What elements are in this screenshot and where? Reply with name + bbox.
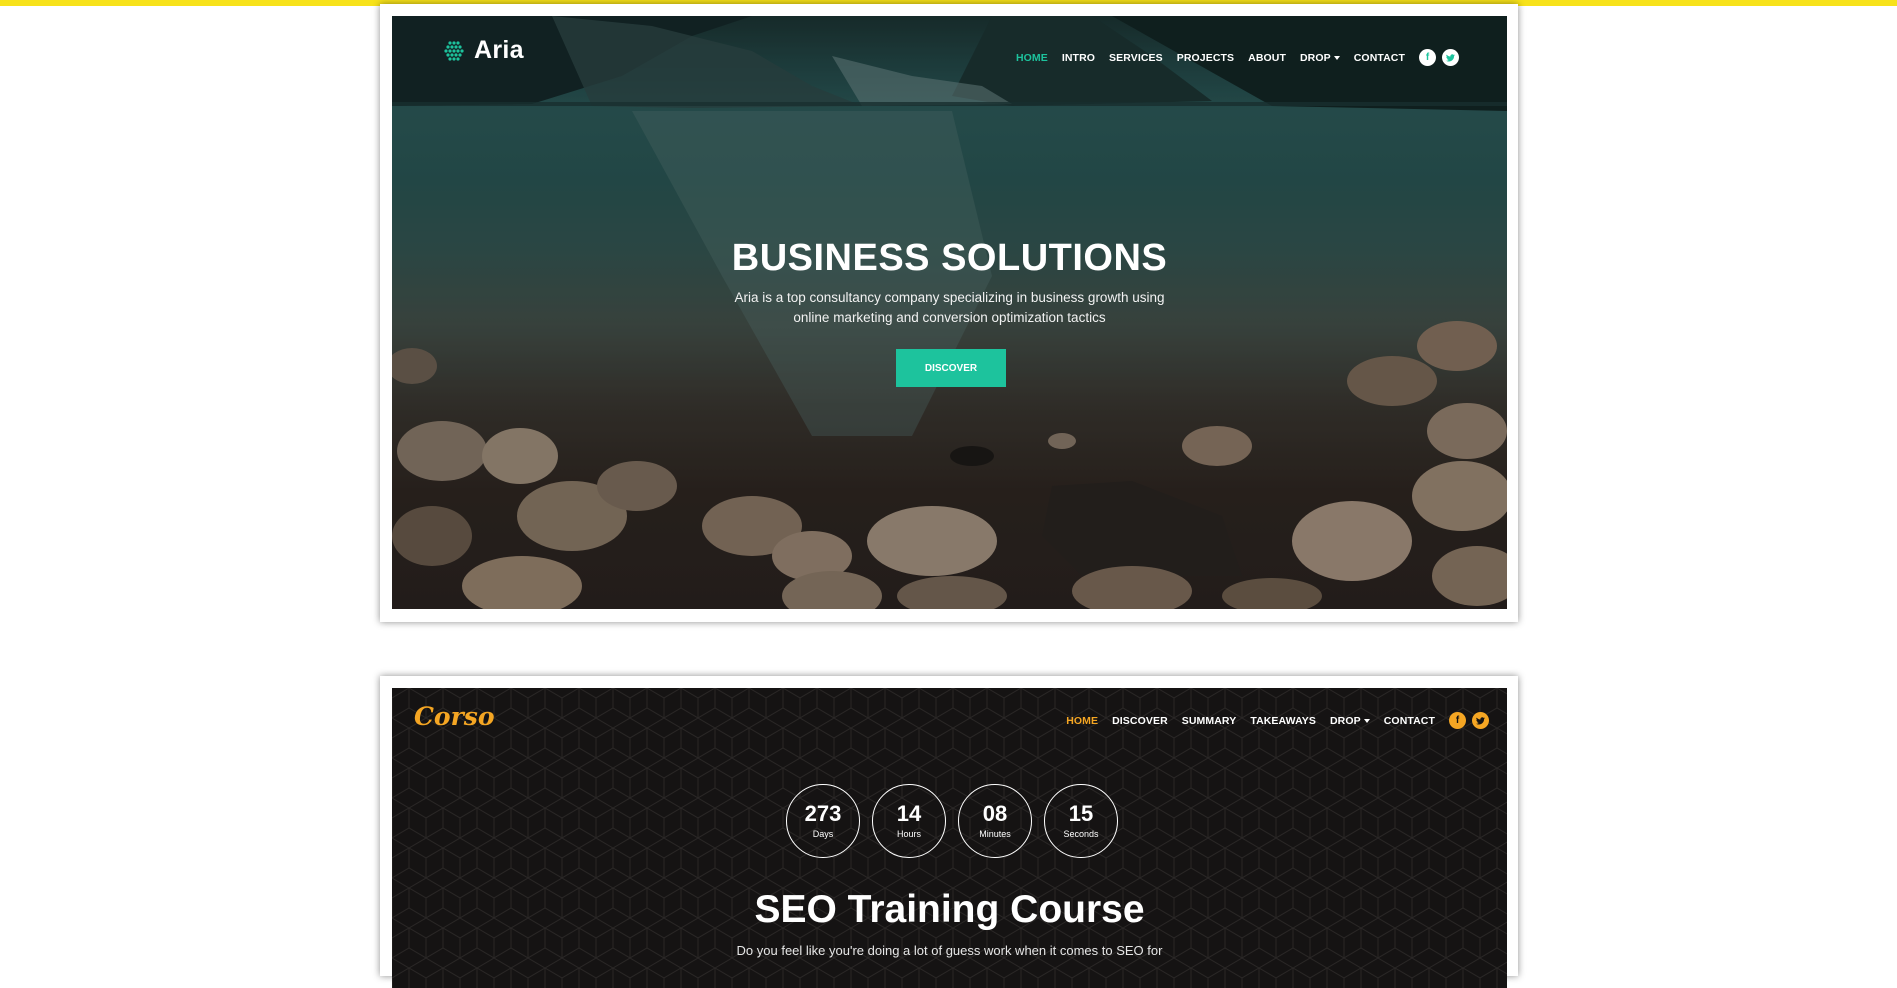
countdown-value: 14: [896, 801, 922, 826]
corso-nav-drop[interactable]: DROP: [1330, 715, 1370, 727]
countdown-value: 08: [982, 801, 1008, 826]
corso-hero-title: SEO Training Course: [754, 888, 1145, 931]
aria-hero-subtitle-line2: online marketing and conversion optimiza…: [793, 310, 1106, 325]
countdown-label: Hours: [896, 829, 921, 839]
countdown-days: 273 Days: [786, 784, 860, 858]
caret-down-icon: [1333, 55, 1340, 60]
aria-nav-about[interactable]: ABOUT: [1248, 52, 1286, 64]
aria-hero-subtitle-line1: Aria is a top consultancy company specia…: [734, 290, 1165, 305]
countdown-label: Seconds: [1063, 829, 1099, 839]
countdown-seconds: 15 Seconds: [1044, 784, 1118, 858]
aria-nav-services[interactable]: SERVICES: [1109, 52, 1163, 64]
countdown-value: 273: [804, 801, 842, 826]
corso-nav-discover[interactable]: DISCOVER: [1112, 715, 1168, 727]
facebook-icon[interactable]: f: [1419, 49, 1436, 66]
corso-navigation: HOME DISCOVER SUMMARY TAKEAWAYS DROP CON…: [1052, 712, 1489, 729]
corso-hero-screenshot: Corso HOME DISCOVER SUMMARY TAKEAWAYS DR…: [392, 688, 1507, 988]
twitter-icon[interactable]: [1442, 49, 1459, 66]
hexagon-dots-logo-icon: [444, 40, 464, 61]
corso-nav-summary[interactable]: SUMMARY: [1182, 715, 1237, 727]
aria-logo[interactable]: Aria: [442, 36, 524, 65]
countdown-label: Days: [812, 829, 834, 839]
countdown-label: Minutes: [979, 829, 1011, 839]
aria-nav-drop-label: DROP: [1300, 51, 1331, 64]
countdown-value: 15: [1068, 801, 1094, 826]
aria-nav-home[interactable]: HOME: [1016, 52, 1048, 64]
caret-down-icon: [1363, 718, 1370, 723]
aria-nav-projects[interactable]: PROJECTS: [1177, 52, 1234, 64]
twitter-icon[interactable]: [1472, 712, 1489, 729]
facebook-icon[interactable]: f: [1449, 712, 1466, 729]
aria-logo-text: Aria: [474, 36, 524, 64]
corso-nav-home[interactable]: HOME: [1066, 715, 1098, 727]
countdown-minutes: 08 Minutes: [958, 784, 1032, 858]
countdown-hours: 14 Hours: [872, 784, 946, 858]
corso-nav-contact[interactable]: CONTACT: [1384, 715, 1435, 727]
corso-template-card[interactable]: Corso HOME DISCOVER SUMMARY TAKEAWAYS DR…: [380, 676, 1518, 988]
aria-hero-subtitle: Aria is a top consultancy company specia…: [392, 288, 1507, 328]
aria-nav-intro[interactable]: INTRO: [1062, 52, 1095, 64]
aria-template-card[interactable]: Aria HOME INTRO SERVICES PROJECTS ABOUT …: [380, 4, 1518, 622]
corso-nav-drop-label: DROP: [1330, 714, 1361, 727]
corso-nav-takeaways[interactable]: TAKEAWAYS: [1250, 715, 1316, 727]
aria-navigation: HOME INTRO SERVICES PROJECTS ABOUT DROP …: [1002, 49, 1459, 66]
countdown-timer: 273 Days 14 Hours 08 Minutes 15 Seconds: [786, 784, 1118, 858]
aria-nav-drop[interactable]: DROP: [1300, 52, 1340, 64]
discover-button[interactable]: DISCOVER: [896, 349, 1006, 387]
aria-nav-contact[interactable]: CONTACT: [1354, 52, 1405, 64]
corso-logo[interactable]: Corso: [414, 702, 495, 731]
aria-hero-title: BUSINESS SOLUTIONS: [731, 237, 1168, 279]
aria-hero-screenshot: Aria HOME INTRO SERVICES PROJECTS ABOUT …: [392, 16, 1507, 609]
